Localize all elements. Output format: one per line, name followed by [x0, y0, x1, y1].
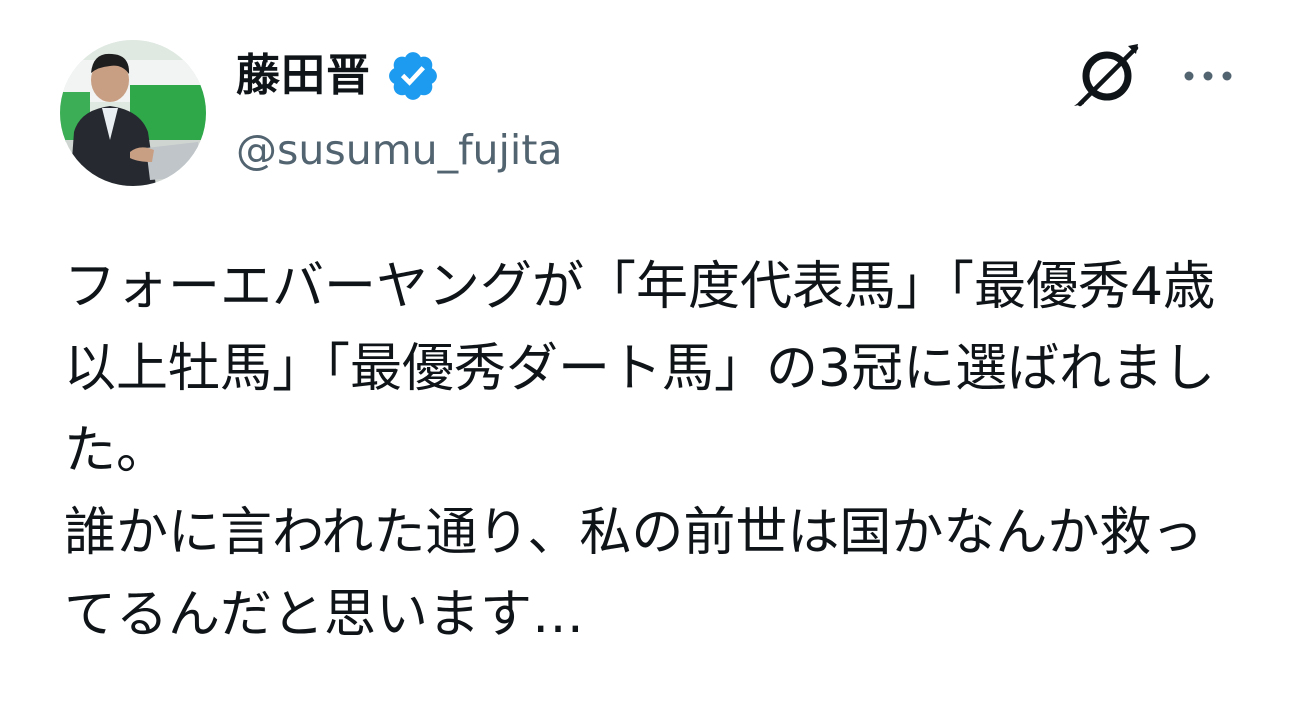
display-name[interactable]: 藤田晋: [236, 44, 371, 108]
name-row: 藤田晋: [236, 44, 563, 108]
grok-icon[interactable]: [1070, 42, 1144, 110]
more-options-icon[interactable]: [1180, 56, 1236, 96]
tweet-text: フォーエバーヤングが「年度代表馬」「最優秀4歳以上牡馬」「最優秀ダート馬」の3冠…: [64, 257, 1216, 645]
author-info: 藤田晋 @susumu_fujita: [236, 44, 563, 178]
avatar[interactable]: [60, 40, 206, 186]
profile-photo-icon: [60, 40, 206, 186]
verified-badge-icon[interactable]: [385, 48, 441, 104]
user-handle[interactable]: @susumu_fujita: [236, 122, 563, 178]
